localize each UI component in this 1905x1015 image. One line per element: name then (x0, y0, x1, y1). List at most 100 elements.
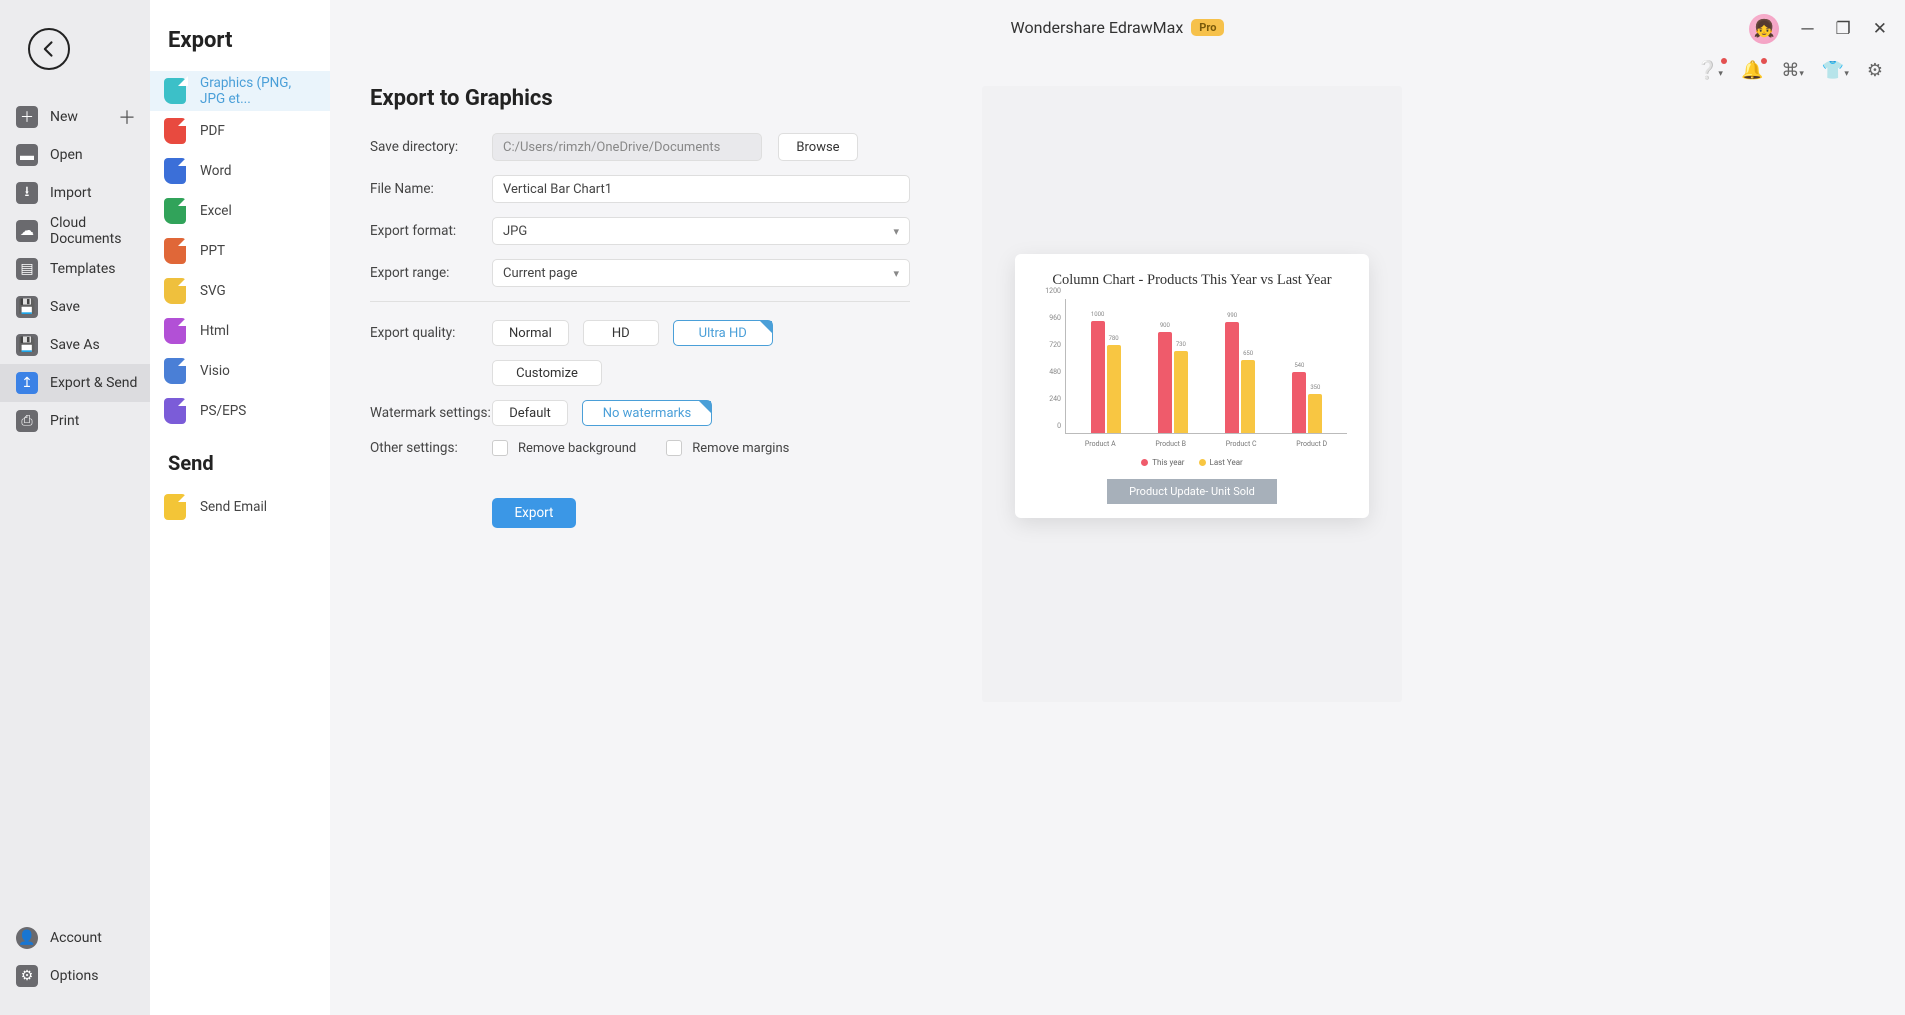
user-icon: 👤 (16, 927, 38, 949)
format-item-pdf[interactable]: PDF (150, 111, 330, 151)
format-item-word[interactable]: Word (150, 151, 330, 191)
quality-normal[interactable]: Normal (492, 320, 569, 346)
nav-label: Save As (50, 337, 100, 353)
bar: 540 (1292, 372, 1306, 433)
label-save-dir: Save directory: (370, 139, 492, 155)
arrow-left-icon (39, 39, 59, 59)
format-item-graphics-png-jpg-et-[interactable]: Graphics (PNG, JPG et... (150, 71, 330, 111)
maximize-button[interactable]: ❐ (1836, 19, 1851, 39)
nav-label: Cloud Documents (50, 215, 150, 247)
bar: 780 (1107, 345, 1121, 433)
bar: 1000 (1091, 321, 1105, 434)
save-dir-input[interactable] (492, 133, 762, 161)
range-select[interactable]: Current page (492, 259, 910, 287)
cloud-icon: ☁ (16, 220, 38, 242)
app-title: Wondershare EdrawMax (1011, 18, 1184, 37)
bar: 990 (1225, 322, 1239, 433)
remove-margins-label: Remove margins (692, 441, 789, 456)
format-item-svg[interactable]: SVG (150, 271, 330, 311)
settings-icon[interactable]: ⚙ (1867, 60, 1883, 81)
bar: 350 (1308, 394, 1322, 433)
nav-open[interactable]: ▬ Open (0, 136, 150, 174)
plus-square-icon: ＋ (16, 106, 38, 128)
back-button[interactable] (28, 28, 70, 70)
pro-badge: Pro (1191, 19, 1224, 36)
nav-templates[interactable]: ▤ Templates (0, 250, 150, 288)
nav-print[interactable]: ⎙ Print (0, 402, 150, 440)
bar: 650 (1241, 360, 1255, 433)
export-heading: Export (150, 28, 330, 71)
page-title: Export to Graphics (370, 86, 910, 111)
remove-margins-checkbox[interactable] (666, 440, 682, 456)
chart-legend: This year Last Year (1027, 458, 1357, 467)
nav-export-send[interactable]: ↥ Export & Send (0, 364, 150, 402)
export-button[interactable]: Export (492, 498, 576, 528)
quality-ultra-hd[interactable]: Ultra HD (673, 320, 773, 346)
mail-icon (164, 494, 186, 520)
nav-label: Open (50, 147, 83, 163)
file-icon (164, 118, 186, 144)
file-icon (164, 238, 186, 264)
y-tick: 1200 (1045, 287, 1061, 295)
remove-bg-label: Remove background (518, 441, 636, 456)
import-icon: ⭳ (16, 182, 38, 204)
print-icon: ⎙ (16, 410, 38, 432)
window-controls: 👧 ─ ❐ ✕ (1749, 14, 1887, 44)
file-icon (164, 398, 186, 424)
format-item-html[interactable]: Html (150, 311, 330, 351)
watermark-default[interactable]: Default (492, 400, 568, 426)
nav-save-as[interactable]: 💾 Save As (0, 326, 150, 364)
nav-cloud[interactable]: ☁ Cloud Documents (0, 212, 150, 250)
y-tick: 240 (1049, 395, 1061, 403)
nav-sidebar: ＋ New ＋ ▬ Open ⭳ Import ☁ Cloud Document… (0, 0, 150, 1015)
bell-icon[interactable]: 🔔 (1741, 60, 1763, 81)
apps-icon[interactable]: ⌘▾ (1781, 60, 1804, 81)
export-sidebar: Export Graphics (PNG, JPG et...PDFWordEx… (150, 0, 330, 1015)
nav-label: Options (50, 968, 98, 984)
theme-icon[interactable]: 👕▾ (1822, 60, 1849, 81)
watermark-none[interactable]: No watermarks (582, 400, 712, 426)
send-email-item[interactable]: Send Email (150, 487, 330, 527)
send-heading: Send (150, 431, 330, 487)
minimize-button[interactable]: ─ (1801, 19, 1813, 39)
nav-label: Account (50, 930, 102, 946)
preview-panel: Column Chart - Products This Year vs Las… (982, 86, 1402, 702)
legend-dot-last-year (1199, 459, 1206, 466)
nav-label: New (50, 109, 78, 125)
nav-label: Print (50, 413, 79, 429)
bar-group: 900730 (1158, 332, 1188, 433)
nav-options[interactable]: ⚙ Options (0, 957, 150, 995)
chart-footer: Product Update- Unit Sold (1107, 479, 1277, 504)
x-label: Product C (1226, 440, 1257, 448)
format-item-excel[interactable]: Excel (150, 191, 330, 231)
folder-icon: ▬ (16, 144, 38, 166)
close-button[interactable]: ✕ (1873, 19, 1887, 39)
format-item-visio[interactable]: Visio (150, 351, 330, 391)
nav-label: Export & Send (50, 375, 137, 391)
browse-button[interactable]: Browse (778, 133, 858, 161)
nav-new[interactable]: ＋ New ＋ (0, 98, 150, 136)
nav-save[interactable]: 💾 Save (0, 288, 150, 326)
remove-bg-checkbox[interactable] (492, 440, 508, 456)
nav-import[interactable]: ⭳ Import (0, 174, 150, 212)
format-item-ppt[interactable]: PPT (150, 231, 330, 271)
file-name-input[interactable] (492, 175, 910, 203)
user-avatar[interactable]: 👧 (1749, 14, 1779, 44)
bar-group: 540350 (1292, 372, 1322, 433)
y-tick: 0 (1057, 422, 1061, 430)
nav-account[interactable]: 👤 Account (0, 919, 150, 957)
nav-label: Import (50, 185, 92, 201)
add-icon[interactable]: ＋ (118, 104, 136, 130)
help-icon[interactable]: ❔▾ (1696, 60, 1723, 81)
quality-hd[interactable]: HD (583, 320, 659, 346)
format-item-ps-eps[interactable]: PS/EPS (150, 391, 330, 431)
bar: 730 (1174, 351, 1188, 433)
label-file-name: File Name: (370, 181, 492, 197)
file-icon (164, 278, 186, 304)
bar: 900 (1158, 332, 1172, 433)
y-tick: 960 (1049, 314, 1061, 322)
file-icon (164, 158, 186, 184)
format-select[interactable]: JPG (492, 217, 910, 245)
customize-button[interactable]: Customize (492, 360, 602, 386)
x-label: Product A (1085, 440, 1116, 448)
